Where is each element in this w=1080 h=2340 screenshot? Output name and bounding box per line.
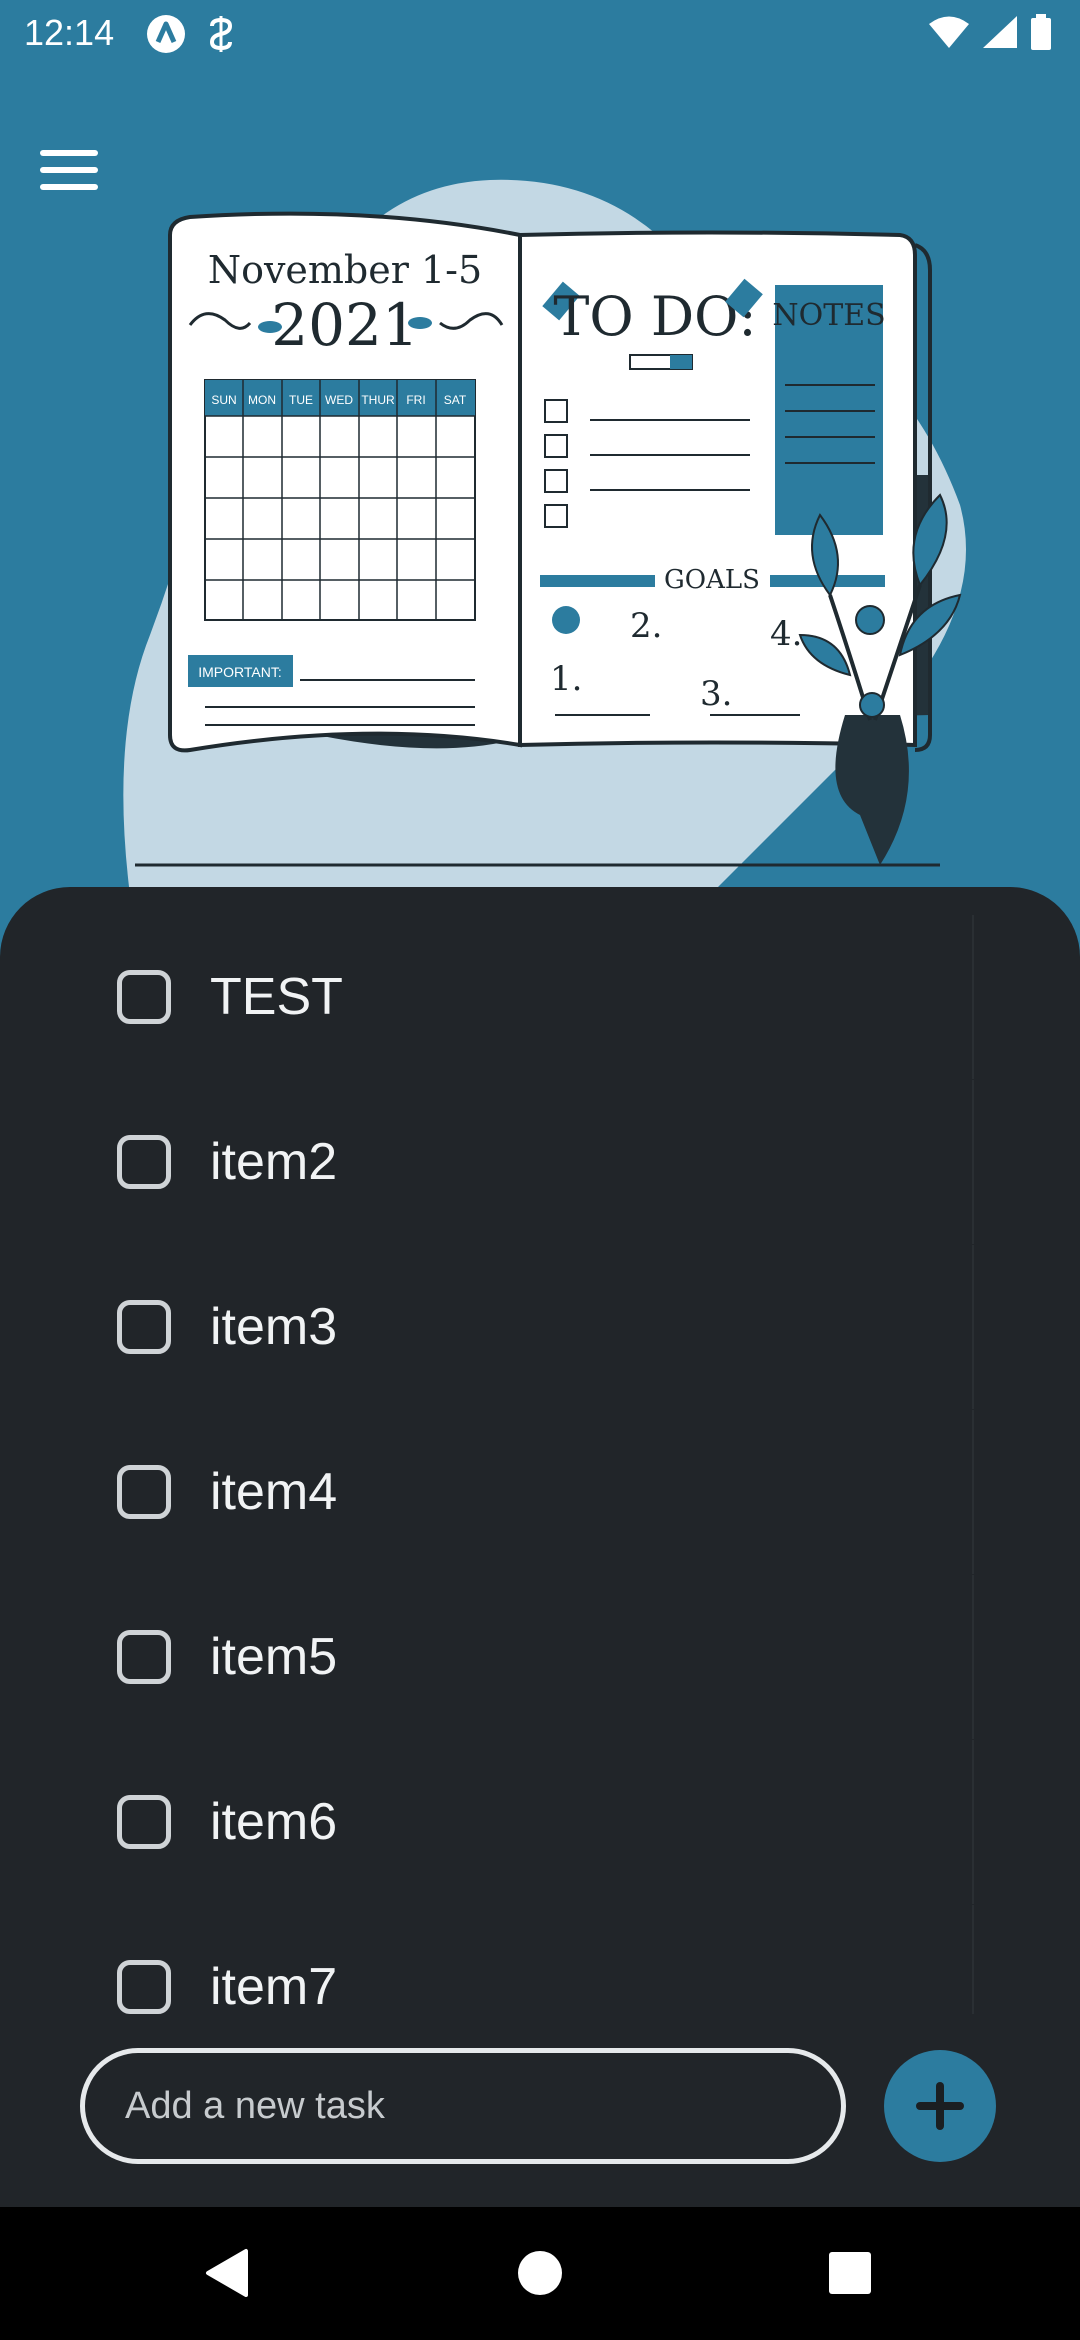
journal-illustration: November 1-5 2021 SUN MON TUE WED THUR F…	[123, 179, 966, 895]
task-item[interactable]: TEST	[0, 915, 974, 1079]
weekday-wed: WED	[325, 393, 353, 407]
notes-title: NOTES	[772, 298, 885, 333]
task-checkbox[interactable]	[117, 1795, 171, 1849]
status-bar: 12:14	[0, 0, 1080, 66]
goal-number-3: 3.	[700, 674, 732, 714]
task-label: item4	[210, 1463, 338, 1521]
weekday-mon: MON	[248, 393, 276, 407]
back-icon[interactable]	[196, 2243, 256, 2303]
left-page-title: November 1-5	[208, 248, 482, 292]
task-item[interactable]: item6	[0, 1740, 974, 1904]
task-checkbox[interactable]	[117, 1300, 171, 1354]
add-task-button[interactable]	[884, 2050, 996, 2162]
task-label: item2	[210, 1133, 338, 1191]
task-item[interactable]: item2	[0, 1080, 974, 1244]
todo-title: TO DO:	[553, 285, 756, 348]
app-indicator-icon	[147, 15, 185, 53]
signal-icon	[983, 16, 1017, 48]
new-task-input[interactable]	[80, 2048, 846, 2164]
task-list[interactable]: TEST item2 item3 item4 item5 item6 item7	[0, 887, 1080, 2014]
task-label: TEST	[210, 968, 343, 1026]
goal-number-2: 2.	[630, 606, 662, 646]
plus-icon	[916, 2082, 964, 2130]
left-page-year: 2021	[271, 291, 419, 359]
weekday-fri: FRI	[406, 393, 425, 407]
important-label: IMPORTANT:	[198, 664, 282, 680]
hamburger-menu-icon	[40, 150, 98, 190]
goal-number-4: 4.	[770, 614, 802, 654]
task-label: item5	[210, 1628, 338, 1686]
task-checkbox[interactable]	[117, 1465, 171, 1519]
weekday-thur: THUR	[361, 393, 395, 407]
sync-icon	[209, 16, 233, 52]
weekday-sun: SUN	[211, 393, 236, 407]
task-sheet: TEST item2 item3 item4 item5 item6 item7	[0, 887, 1080, 2207]
task-item[interactable]: item3	[0, 1245, 974, 1409]
task-checkbox[interactable]	[117, 1630, 171, 1684]
navigation-bar	[0, 2207, 1080, 2340]
recents-icon[interactable]	[820, 2243, 880, 2303]
task-checkbox[interactable]	[117, 1960, 171, 2014]
task-checkbox[interactable]	[117, 1135, 171, 1189]
status-time: 12:14	[24, 12, 115, 53]
goals-label: GOALS	[664, 565, 760, 595]
weekday-tue: TUE	[289, 393, 313, 407]
task-item[interactable]: item7	[0, 1905, 974, 2014]
task-item[interactable]: item5	[0, 1575, 974, 1739]
home-icon[interactable]	[510, 2243, 570, 2303]
task-label: item3	[210, 1298, 338, 1356]
wifi-icon	[929, 16, 969, 48]
task-checkbox[interactable]	[117, 970, 171, 1024]
task-item[interactable]: item4	[0, 1410, 974, 1574]
battery-icon	[1031, 14, 1051, 50]
task-label: item6	[210, 1793, 338, 1851]
goal-number-1: 1.	[550, 659, 582, 699]
task-label: item7	[210, 1958, 338, 2014]
weekday-sat: SAT	[444, 393, 467, 407]
